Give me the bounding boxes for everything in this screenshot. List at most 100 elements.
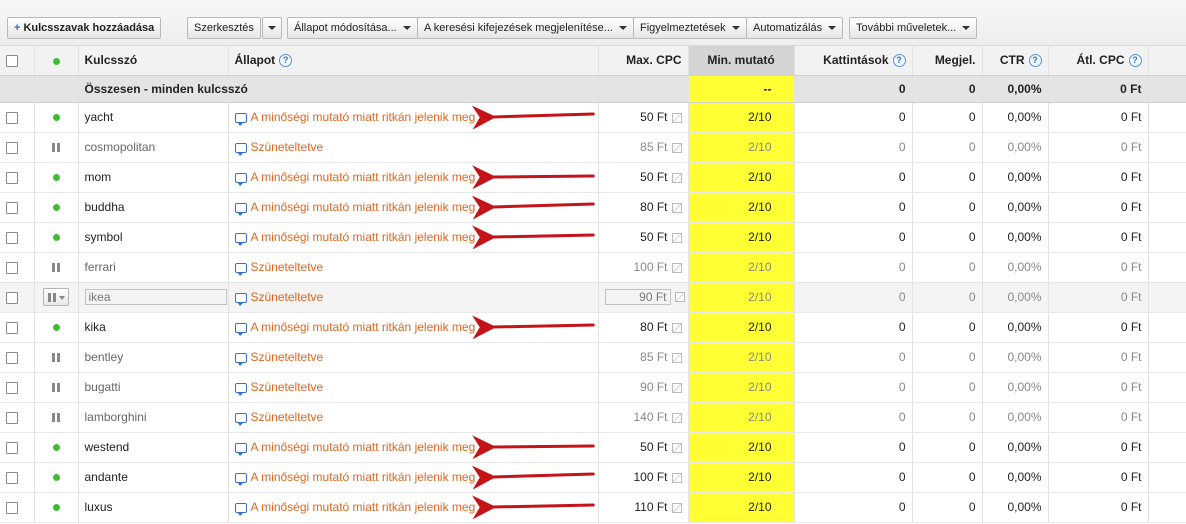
pause-icon[interactable]: [52, 143, 60, 153]
keyword-text[interactable]: mom: [85, 170, 112, 184]
row-checkbox-cell[interactable]: [0, 492, 35, 523]
active-dot-icon[interactable]: [52, 504, 60, 512]
max-cpc-edit-field[interactable]: 90 Ft: [604, 289, 671, 305]
bid-chart-icon[interactable]: [671, 352, 682, 363]
max-cpc-value[interactable]: 50 Ft: [640, 170, 667, 184]
table-row[interactable]: ikea Szüneteltetve 90 Ft 2/10 0 0 0,00% 0 Ft: [0, 282, 1186, 313]
keyword-cell[interactable]: ikea: [78, 282, 229, 313]
status-cell[interactable]: A minőségi mutató miatt ritkán jelenik m…: [228, 192, 599, 223]
status-toggle[interactable]: [43, 288, 69, 306]
select-all-checkbox[interactable]: [6, 55, 18, 68]
row-state-cell[interactable]: [34, 102, 79, 133]
status-text[interactable]: A minőségi mutató miatt ritkán jelenik m…: [251, 230, 476, 244]
status-cell[interactable]: A minőségi mutató miatt ritkán jelenik m…: [228, 222, 599, 253]
status-cell[interactable]: Szüneteltetve: [228, 342, 599, 373]
row-state-cell[interactable]: [34, 462, 79, 493]
keyword-cell[interactable]: andante: [78, 462, 229, 493]
header-select-all[interactable]: [0, 46, 35, 76]
max-cpc-value[interactable]: 85 Ft: [640, 140, 667, 154]
header-avg-cpc[interactable]: Átl. CPC?: [1048, 46, 1149, 76]
max-cpc-value[interactable]: 50 Ft: [640, 230, 667, 244]
status-text[interactable]: A minőségi mutató miatt ritkán jelenik m…: [251, 170, 476, 184]
keyword-text[interactable]: bentley: [85, 350, 124, 364]
keyword-text[interactable]: kika: [85, 320, 106, 334]
keyword-cell[interactable]: lamborghini: [78, 402, 229, 433]
table-row[interactable]: symbol A minőségi mutató miatt ritkán jel…: [0, 222, 1186, 253]
table-row[interactable]: ferrari Szüneteltetve 100 Ft 2/10 0 0 0,00% 0 F…: [0, 252, 1186, 283]
pause-icon[interactable]: [52, 383, 60, 393]
row-checkbox-cell[interactable]: [0, 132, 35, 163]
row-checkbox-cell[interactable]: [0, 192, 35, 223]
max-cpc-value[interactable]: 80 Ft: [640, 200, 667, 214]
status-text[interactable]: A minőségi mutató miatt ritkán jelenik m…: [251, 470, 476, 484]
edit-button[interactable]: Szerkesztés: [187, 17, 261, 39]
row-checkbox-cell[interactable]: [0, 372, 35, 403]
header-ctr[interactable]: CTR?: [982, 46, 1049, 76]
row-checkbox[interactable]: [6, 111, 18, 124]
row-checkbox-cell[interactable]: [0, 102, 35, 133]
keyword-text[interactable]: symbol: [85, 230, 123, 244]
row-checkbox[interactable]: [6, 291, 18, 304]
keyword-cell[interactable]: symbol: [78, 222, 229, 253]
max-cpc-cell[interactable]: 100 Ft: [598, 462, 689, 493]
table-row[interactable]: yacht A minőségi mutató miatt ritkán jele…: [0, 102, 1186, 133]
alerts-button[interactable]: Figyelmeztetések: [633, 17, 747, 39]
max-cpc-cell[interactable]: 50 Ft: [598, 102, 689, 133]
keyword-cell[interactable]: kika: [78, 312, 229, 343]
bid-chart-icon[interactable]: [671, 382, 682, 393]
help-icon[interactable]: ?: [1028, 54, 1042, 68]
status-text[interactable]: A minőségi mutató miatt ritkán jelenik m…: [251, 200, 476, 214]
table-row[interactable]: cosmopolitan Szüneteltetve 85 Ft 2/10 0 0 0,00…: [0, 132, 1186, 163]
keyword-text[interactable]: westend: [85, 440, 130, 454]
status-text[interactable]: A minőségi mutató miatt ritkán jelenik m…: [251, 500, 476, 514]
active-dot-icon[interactable]: [52, 204, 60, 212]
row-checkbox[interactable]: [6, 261, 18, 274]
table-row[interactable]: westend A minőségi mutató miatt ritkán je…: [0, 432, 1186, 463]
status-text[interactable]: Szüneteltetve: [251, 410, 324, 424]
row-checkbox[interactable]: [6, 351, 18, 364]
table-row[interactable]: andante A minőségi mutató miatt ritkán je…: [0, 462, 1186, 493]
speech-bubble-icon[interactable]: [234, 382, 247, 396]
row-state-cell[interactable]: [34, 282, 79, 313]
max-cpc-cell[interactable]: 80 Ft: [598, 312, 689, 343]
bid-chart-icon[interactable]: [671, 262, 682, 273]
table-row[interactable]: bugatti Szüneteltetve 90 Ft 2/10 0 0 0,00% 0 Ft: [0, 372, 1186, 403]
bid-chart-icon[interactable]: [671, 412, 682, 423]
max-cpc-cell[interactable]: 85 Ft: [598, 132, 689, 163]
speech-bubble-icon[interactable]: [234, 232, 247, 246]
max-cpc-value[interactable]: 80 Ft: [640, 320, 667, 334]
status-cell[interactable]: Szüneteltetve: [228, 402, 599, 433]
row-checkbox[interactable]: [6, 381, 18, 394]
max-cpc-cell[interactable]: 85 Ft: [598, 342, 689, 373]
keyword-text[interactable]: bugatti: [85, 380, 121, 394]
bid-chart-icon[interactable]: [674, 292, 685, 302]
row-checkbox[interactable]: [6, 141, 18, 154]
header-clicks[interactable]: Kattintások?: [794, 46, 913, 76]
pause-icon[interactable]: [52, 263, 60, 273]
keyword-text[interactable]: yacht: [85, 110, 114, 124]
row-checkbox[interactable]: [6, 231, 18, 244]
row-checkbox[interactable]: [6, 471, 18, 484]
speech-bubble-icon[interactable]: [234, 262, 247, 276]
max-cpc-value[interactable]: 140 Ft: [633, 410, 667, 424]
pause-icon[interactable]: [52, 413, 60, 423]
max-cpc-cell[interactable]: 50 Ft: [598, 162, 689, 193]
bid-chart-icon[interactable]: [671, 442, 682, 453]
row-state-cell[interactable]: [34, 192, 79, 223]
speech-bubble-icon[interactable]: [234, 292, 247, 306]
status-cell[interactable]: Szüneteltetve: [228, 132, 599, 163]
active-dot-icon[interactable]: [52, 444, 60, 452]
active-dot-icon[interactable]: [52, 174, 60, 182]
change-status-button[interactable]: Állapot módosítása...: [287, 17, 418, 39]
row-checkbox-cell[interactable]: [0, 162, 35, 193]
header-impressions[interactable]: Megjel.: [912, 46, 983, 76]
row-checkbox[interactable]: [6, 411, 18, 424]
help-icon[interactable]: ?: [1128, 54, 1142, 68]
status-text[interactable]: Szüneteltetve: [251, 260, 324, 274]
row-state-cell[interactable]: [34, 312, 79, 343]
keyword-text[interactable]: luxus: [85, 500, 113, 514]
max-cpc-cell[interactable]: 50 Ft: [598, 222, 689, 253]
table-row[interactable]: luxus A minőségi mutató miatt ritkán jele…: [0, 492, 1186, 523]
help-icon[interactable]: ?: [892, 54, 906, 68]
keyword-cell[interactable]: bugatti: [78, 372, 229, 403]
